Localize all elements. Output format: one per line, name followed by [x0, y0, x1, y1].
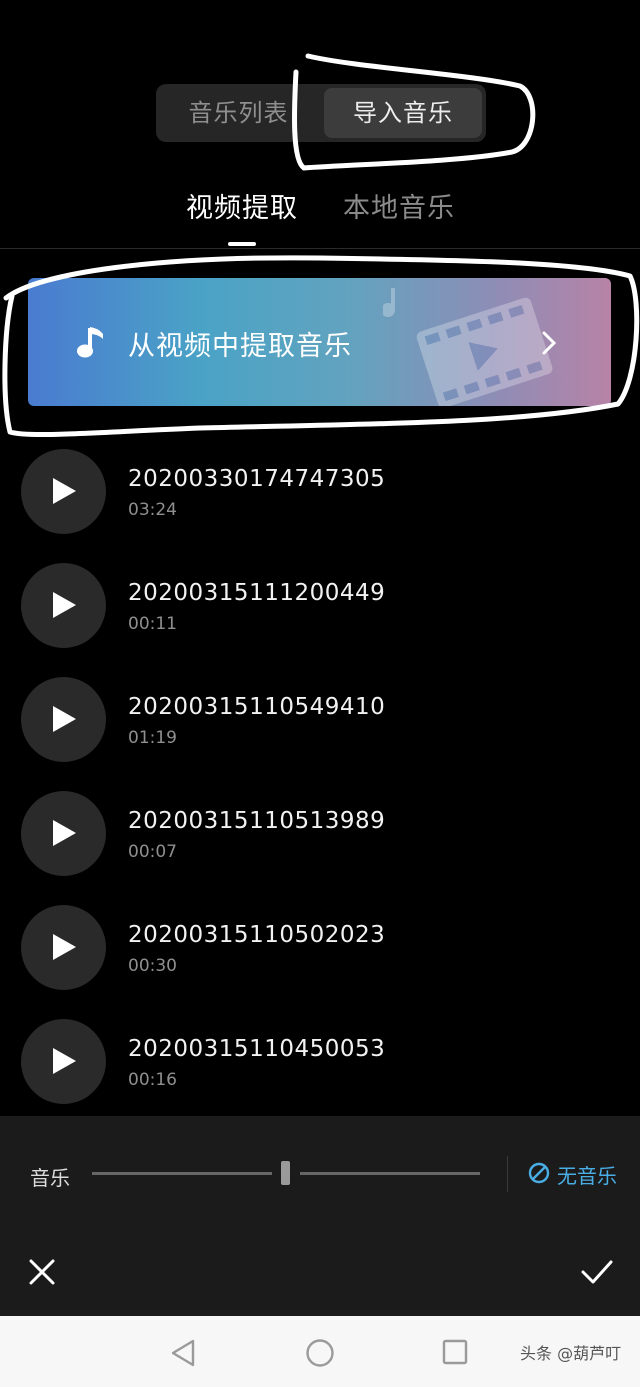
track-duration: 00:07: [128, 842, 177, 862]
track-duration: 03:24: [128, 500, 177, 520]
nav-home-icon[interactable]: [305, 1338, 335, 1368]
segment-music-list[interactable]: 音乐列表: [156, 84, 321, 142]
volume-slider[interactable]: [92, 1161, 480, 1185]
prohibited-icon: [528, 1162, 550, 1184]
track-name: 20200315111200449: [128, 580, 386, 606]
track-name: 20200315110513989: [128, 808, 386, 834]
slider-track-right: [300, 1172, 480, 1175]
nav-back-icon[interactable]: [170, 1338, 196, 1368]
track-duration: 00:11: [128, 614, 177, 634]
watermark: 头条 @葫芦叮: [520, 1344, 622, 1363]
confirm-check-icon[interactable]: [580, 1258, 614, 1286]
list-item[interactable]: 20200330174747305 03:24: [0, 446, 640, 560]
track-name: 20200315110549410: [128, 694, 386, 720]
play-icon: [53, 706, 76, 732]
extracted-audio-list: 20200330174747305 03:24 2020031511120044…: [0, 446, 640, 1130]
slider-track-left: [92, 1172, 272, 1175]
panel-separator: [507, 1156, 508, 1192]
track-name: 20200315110450053: [128, 1036, 386, 1062]
track-duration: 00:16: [128, 1070, 177, 1090]
play-icon: [53, 592, 76, 618]
play-icon: [53, 478, 76, 504]
track-name: 20200315110502023: [128, 922, 386, 948]
play-button[interactable]: [21, 563, 106, 648]
play-icon: [53, 820, 76, 846]
import-tabs: 视频提取 本地音乐: [0, 186, 640, 246]
source-segmented-control: 音乐列表 导入音乐: [156, 84, 486, 142]
no-music-label: 无音乐: [557, 1164, 617, 1188]
play-button[interactable]: [21, 1019, 106, 1104]
segment-import-music[interactable]: 导入音乐: [324, 88, 482, 138]
track-name: 20200330174747305: [128, 466, 386, 492]
music-note-icon: [77, 327, 103, 358]
system-nav-bar: 头条 @葫芦叮: [0, 1316, 640, 1387]
track-duration: 01:19: [128, 728, 177, 748]
tab-video-extract[interactable]: 视频提取: [186, 186, 298, 225]
play-button[interactable]: [21, 677, 106, 762]
extract-music-label: 从视频中提取音乐: [128, 331, 352, 362]
close-icon[interactable]: [28, 1258, 56, 1286]
active-tab-indicator: [228, 242, 256, 246]
list-item[interactable]: 20200315110549410 01:19: [0, 674, 640, 788]
play-icon: [53, 934, 76, 960]
play-button[interactable]: [21, 905, 106, 990]
track-duration: 00:30: [128, 956, 177, 976]
list-item[interactable]: 20200315111200449 00:11: [0, 560, 640, 674]
tabs-divider: [0, 248, 640, 249]
play-button[interactable]: [21, 791, 106, 876]
list-item[interactable]: 20200315110502023 00:30: [0, 902, 640, 1016]
list-item[interactable]: 20200315110513989 00:07: [0, 788, 640, 902]
slider-thumb[interactable]: [281, 1161, 290, 1185]
chevron-right-icon: [542, 331, 557, 355]
play-button[interactable]: [21, 449, 106, 534]
tab-local-music[interactable]: 本地音乐: [343, 186, 455, 225]
volume-label: 音乐: [30, 1166, 70, 1190]
extract-music-banner[interactable]: 从视频中提取音乐: [28, 278, 611, 406]
play-icon: [53, 1048, 76, 1074]
list-item[interactable]: 20200315110450053 00:16: [0, 1016, 640, 1130]
nav-recent-apps-icon[interactable]: [442, 1339, 468, 1365]
bottom-panel: 音乐 无音乐: [0, 1116, 640, 1316]
